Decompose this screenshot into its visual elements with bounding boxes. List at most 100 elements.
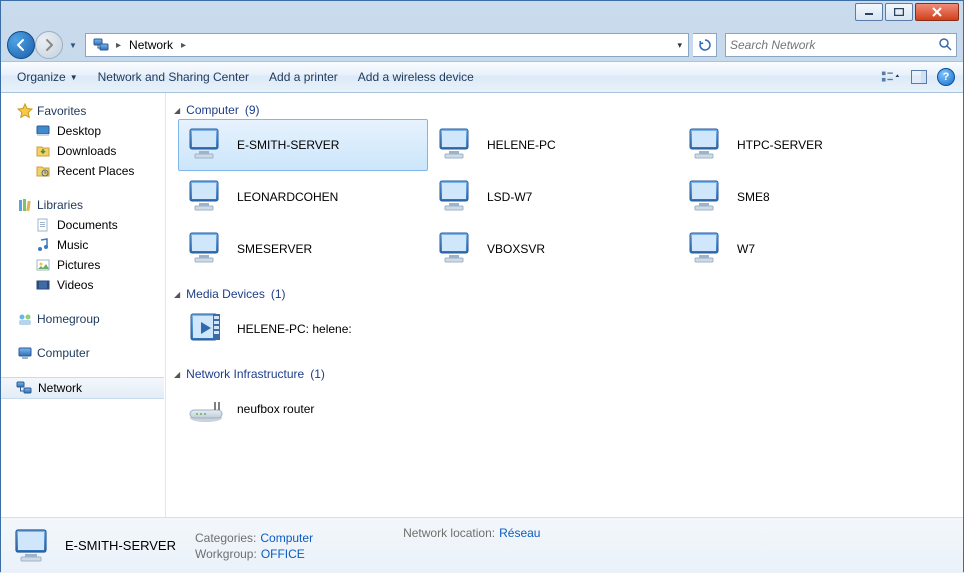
collapse-icon: ◢ — [174, 370, 180, 379]
network-item[interactable]: E-SMITH-SERVER — [178, 119, 428, 171]
details-pane: E-SMITH-SERVER Categories: Computer Workg… — [1, 517, 963, 573]
network-item[interactable]: SME8 — [678, 171, 928, 223]
downloads-icon — [35, 143, 51, 159]
detail-key: Network location: — [403, 526, 495, 540]
item-label: HELENE-PC — [487, 138, 556, 152]
item-label: E-SMITH-SERVER — [237, 138, 339, 152]
videos-icon — [35, 277, 51, 293]
network-item[interactable]: SMESERVER — [178, 223, 428, 275]
history-dropdown-icon[interactable]: ▼ — [65, 37, 81, 53]
homegroup-icon — [17, 311, 33, 327]
computer-icon — [685, 228, 727, 270]
detail-key: Workgroup: — [195, 547, 257, 561]
sidebar-item-documents[interactable]: Documents — [1, 215, 165, 235]
computer-icon — [685, 176, 727, 218]
toolbar: Organize▼ Network and Sharing Center Add… — [1, 61, 963, 93]
computer-icon — [11, 524, 55, 568]
network-item[interactable]: W7 — [678, 223, 928, 275]
sidebar-item-music[interactable]: Music — [1, 235, 165, 255]
sidebar-item-downloads[interactable]: Downloads — [1, 141, 165, 161]
homegroup-item[interactable]: Homegroup — [1, 309, 165, 329]
item-label: neufbox router — [237, 402, 314, 416]
search-input[interactable] — [730, 38, 938, 52]
item-label: LEONARDCOHEN — [237, 190, 338, 204]
network-item[interactable]: neufbox router — [178, 383, 428, 435]
search-box[interactable] — [725, 33, 957, 57]
libraries-icon — [17, 197, 33, 213]
favorites-header[interactable]: Favorites — [1, 101, 165, 121]
computer-icon — [185, 176, 227, 218]
network-item[interactable]: HELENE-PC: helene: — [178, 303, 428, 355]
group-header-network-infrastructure[interactable]: ◢Network Infrastructure (1) — [170, 365, 959, 383]
detail-value: Computer — [260, 531, 313, 545]
organize-menu[interactable]: Organize▼ — [9, 66, 86, 88]
computer-icon — [435, 176, 477, 218]
item-label: LSD-W7 — [487, 190, 532, 204]
chevron-down-icon: ▼ — [70, 73, 78, 82]
computer-icon — [185, 228, 227, 270]
network-item[interactable]: LSD-W7 — [428, 171, 678, 223]
network-item[interactable]: VBOXSVR — [428, 223, 678, 275]
collapse-icon: ◢ — [174, 106, 180, 115]
sidebar-item-videos[interactable]: Videos — [1, 275, 165, 295]
item-label: SME8 — [737, 190, 770, 204]
breadcrumb-network[interactable]: Network — [123, 34, 179, 56]
nav-row: ▼ ▸ Network ▸ ▾ — [1, 29, 963, 61]
item-label: SMESERVER — [237, 242, 312, 256]
detail-key: Categories: — [195, 531, 256, 545]
network-icon — [16, 380, 32, 396]
item-label: HTPC-SERVER — [737, 138, 823, 152]
computer-item[interactable]: Computer — [1, 343, 165, 363]
group-header-media-devices[interactable]: ◢Media Devices (1) — [170, 285, 959, 303]
add-printer-button[interactable]: Add a printer — [261, 66, 346, 88]
content-pane: ◢Computer (9) E-SMITH-SERVER HELENE-PC HTPC… — [166, 93, 963, 517]
address-bar[interactable]: ▸ Network ▸ ▾ — [85, 33, 689, 57]
star-icon — [17, 103, 33, 119]
item-label: W7 — [737, 242, 755, 256]
back-button[interactable] — [7, 31, 35, 59]
item-label: HELENE-PC: helene: — [237, 322, 352, 336]
help-button[interactable]: ? — [937, 68, 955, 86]
address-dropdown-icon[interactable]: ▾ — [677, 40, 682, 51]
sidebar-item-pictures[interactable]: Pictures — [1, 255, 165, 275]
documents-icon — [35, 217, 51, 233]
sidebar-item-recent-places[interactable]: Recent Places — [1, 161, 165, 181]
computer-icon — [435, 124, 477, 166]
view-options-button[interactable] — [881, 67, 901, 87]
libraries-header[interactable]: Libraries — [1, 195, 165, 215]
chevron-right-icon[interactable]: ▸ — [114, 40, 123, 51]
network-icon — [92, 36, 110, 54]
details-title: E-SMITH-SERVER — [65, 538, 185, 553]
title-bar — [1, 1, 963, 29]
computer-icon — [685, 124, 727, 166]
router-icon — [185, 388, 227, 430]
item-label: VBOXSVR — [487, 242, 545, 256]
search-icon[interactable] — [938, 37, 952, 54]
recent-places-icon — [35, 163, 51, 179]
detail-value: OFFICE — [261, 547, 305, 561]
network-item[interactable]: HELENE-PC — [428, 119, 678, 171]
detail-value: Réseau — [499, 526, 540, 540]
minimize-button[interactable] — [855, 3, 883, 21]
navigation-pane: Favorites DesktopDownloadsRecent Places … — [1, 93, 166, 517]
network-item[interactable]: LEONARDCOHEN — [178, 171, 428, 223]
desktop-icon — [35, 123, 51, 139]
sidebar-item-desktop[interactable]: Desktop — [1, 121, 165, 141]
media-icon — [185, 308, 227, 350]
network-sharing-center-button[interactable]: Network and Sharing Center — [90, 66, 257, 88]
network-item[interactable]: Network — [1, 377, 164, 399]
preview-pane-button[interactable] — [909, 67, 929, 87]
maximize-button[interactable] — [885, 3, 913, 21]
network-item[interactable]: HTPC-SERVER — [678, 119, 928, 171]
computer-icon — [17, 345, 33, 361]
group-header-computer[interactable]: ◢Computer (9) — [170, 101, 959, 119]
music-icon — [35, 237, 51, 253]
add-wireless-button[interactable]: Add a wireless device — [350, 66, 482, 88]
forward-button[interactable] — [35, 31, 63, 59]
refresh-button[interactable] — [693, 33, 717, 57]
computer-icon — [185, 124, 227, 166]
close-button[interactable] — [915, 3, 959, 21]
computer-icon — [435, 228, 477, 270]
pictures-icon — [35, 257, 51, 273]
chevron-right-icon[interactable]: ▸ — [179, 40, 188, 51]
